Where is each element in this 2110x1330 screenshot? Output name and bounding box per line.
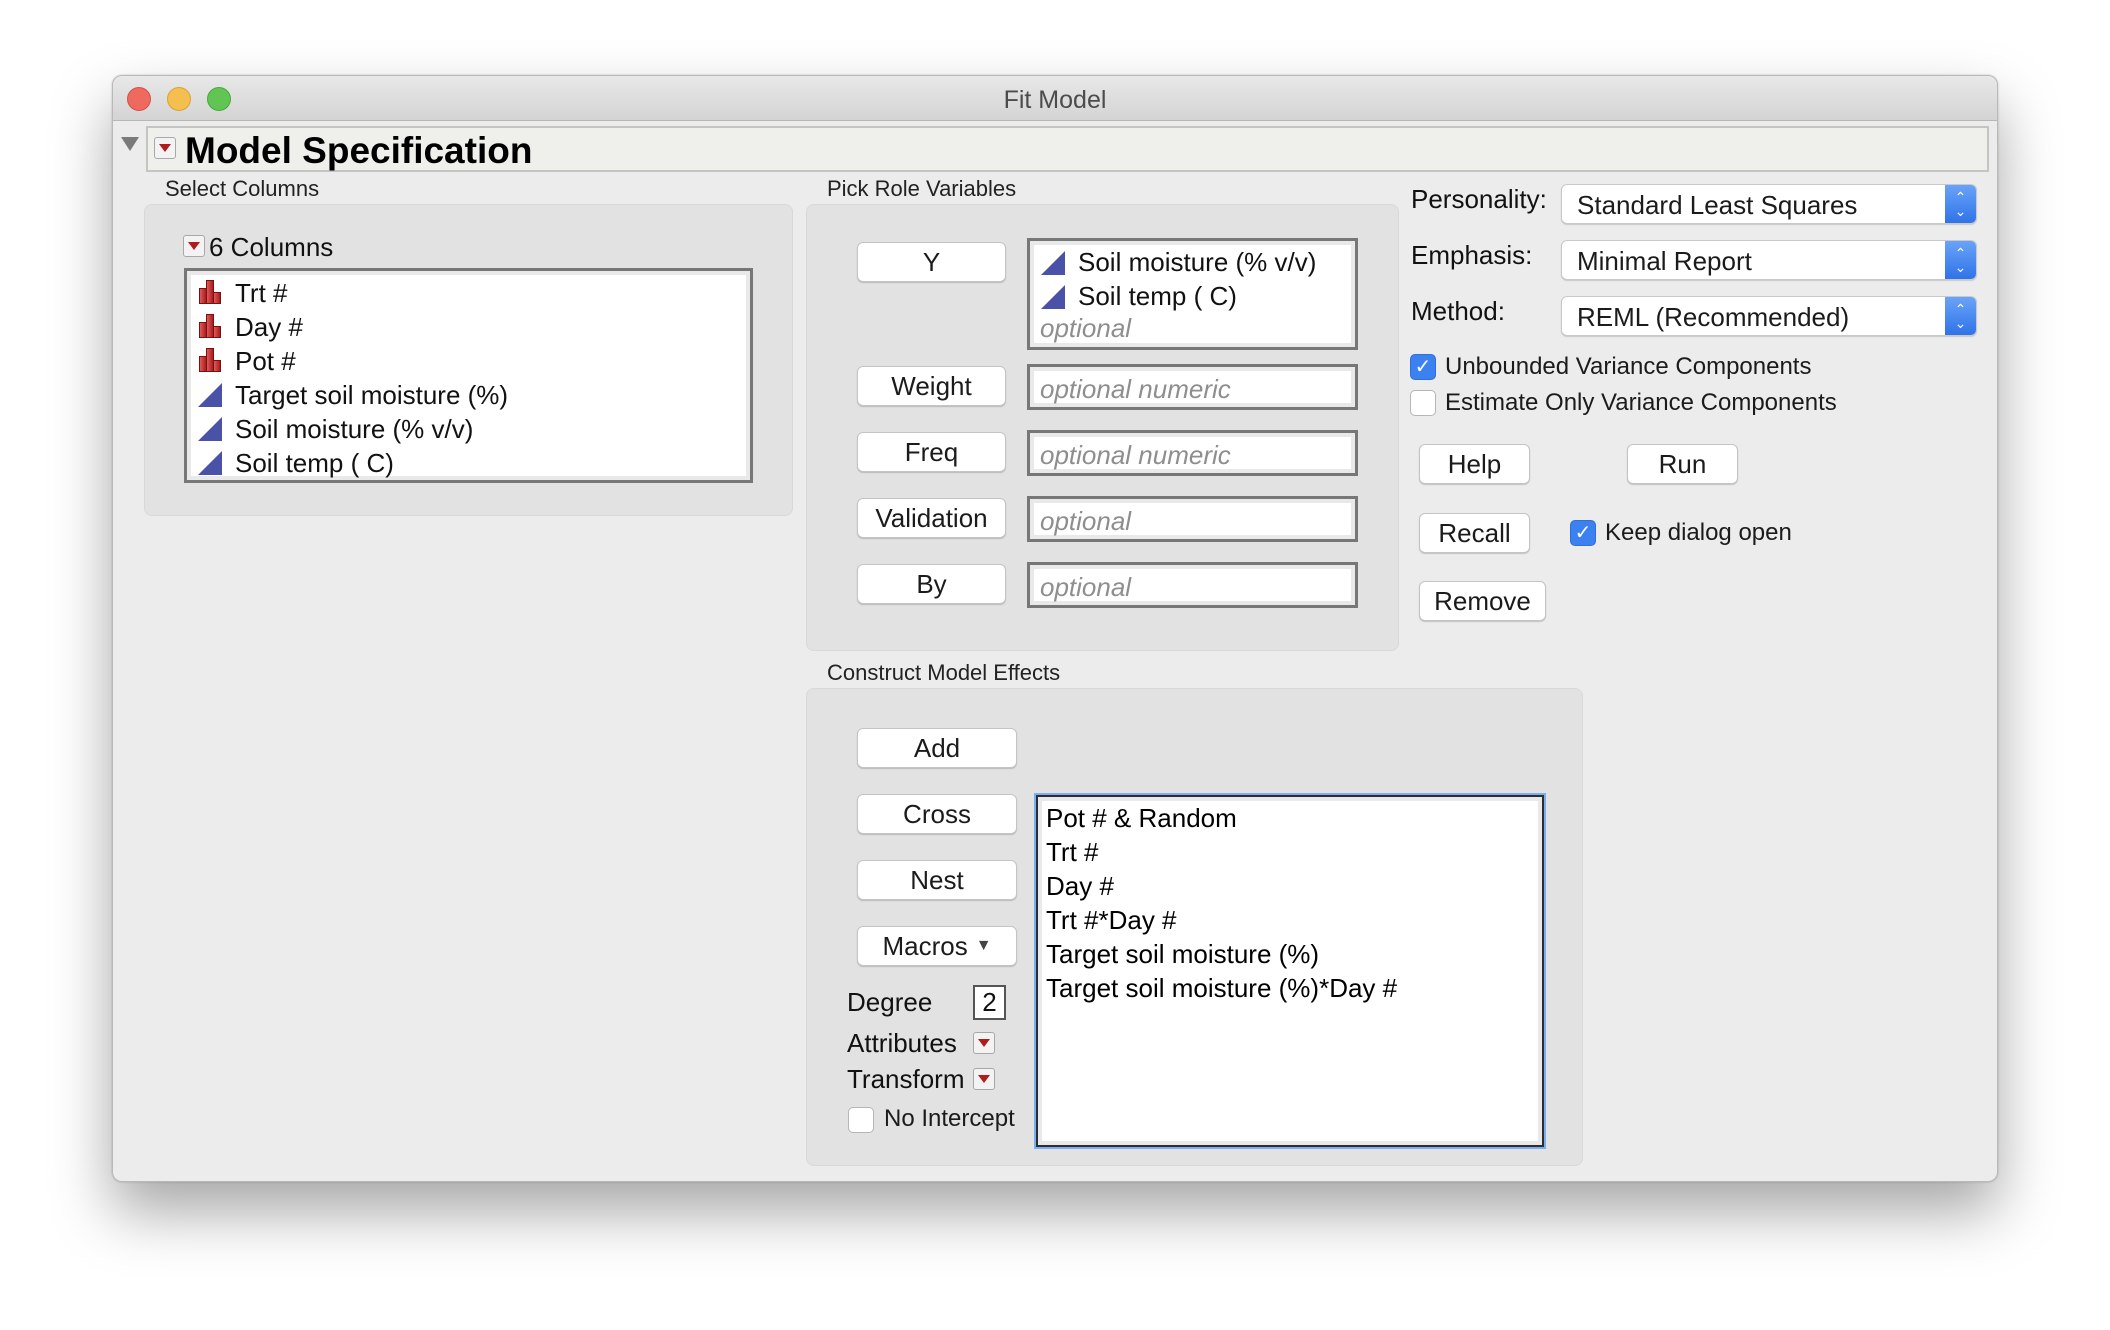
add-effect-button[interactable]: Add <box>857 728 1017 768</box>
column-item-trt[interactable]: Trt # <box>197 276 287 310</box>
weight-role-button[interactable]: Weight <box>857 366 1006 406</box>
transform-menu-icon[interactable] <box>973 1068 995 1090</box>
validation-role-box[interactable]: optional <box>1027 496 1358 542</box>
column-item-day[interactable]: Day # <box>197 310 303 344</box>
continuous-column-icon <box>1040 284 1066 310</box>
emphasis-select[interactable]: Minimal Report ⌃ ⌄ <box>1561 240 1977 280</box>
section-header: Model Specification <box>146 126 1989 172</box>
attributes-menu-icon[interactable] <box>973 1032 995 1054</box>
effect-item[interactable]: Trt # <box>1046 837 1098 868</box>
transform-label: Transform <box>847 1064 965 1094</box>
weight-placeholder: optional numeric <box>1040 374 1231 404</box>
freq-role-button[interactable]: Freq <box>857 432 1006 472</box>
estimate-only-label: Estimate Only Variance Components <box>1445 389 1837 416</box>
dropdown-arrow-icon: ▼ <box>975 937 992 954</box>
effect-item[interactable]: Trt #*Day # <box>1046 905 1177 936</box>
pick-role-panel: Y Soil moisture (% v/v) Soil temp ( C) o… <box>806 204 1399 651</box>
macros-label: Macros <box>882 930 968 961</box>
column-name: Target soil moisture (%) <box>235 379 509 410</box>
freq-placeholder: optional numeric <box>1040 440 1231 470</box>
nominal-column-icon <box>197 280 223 306</box>
column-item-soil-temp[interactable]: Soil temp ( C) <box>197 446 394 480</box>
weight-role-box[interactable]: optional numeric <box>1027 364 1358 410</box>
unbounded-variance-checkbox[interactable]: ✓ <box>1410 354 1436 380</box>
role-item-name: Soil temp ( C) <box>1078 281 1237 311</box>
y-role-item[interactable]: Soil moisture (% v/v) <box>1040 247 1316 278</box>
model-effects-list[interactable]: Pot # & Random Trt # Day # Trt #*Day # T… <box>1036 795 1544 1147</box>
y-role-box[interactable]: Soil moisture (% v/v) Soil temp ( C) opt… <box>1027 238 1358 350</box>
help-button[interactable]: Help <box>1419 444 1530 484</box>
nominal-column-icon <box>197 348 223 374</box>
validation-role-button[interactable]: Validation <box>857 498 1006 538</box>
columns-count-label: 6 Columns <box>209 232 334 262</box>
column-item-soil-moisture[interactable]: Soil moisture (% v/v) <box>197 412 473 446</box>
select-columns-label: Select Columns <box>165 176 320 201</box>
select-columns-panel: 6 Columns Trt # Day # Pot # Target soil … <box>144 204 793 516</box>
method-label: Method: <box>1411 296 1505 326</box>
emphasis-label: Emphasis: <box>1411 240 1533 270</box>
run-button[interactable]: Run <box>1627 444 1738 484</box>
nominal-column-icon <box>197 314 223 340</box>
effect-item[interactable]: Pot # & Random <box>1046 803 1237 834</box>
red-triangle-menu-icon[interactable] <box>154 137 176 159</box>
keep-dialog-open-label: Keep dialog open <box>1605 519 1792 546</box>
fit-model-window: Fit Model Model Specification Select Col… <box>112 75 1998 1182</box>
effect-item[interactable]: Target soil moisture (%) <box>1046 939 1319 970</box>
column-name: Pot # <box>235 345 296 376</box>
method-value: REML (Recommended) <box>1577 302 1850 332</box>
column-item-target-soil-moisture[interactable]: Target soil moisture (%) <box>197 378 508 412</box>
y-role-placeholder: optional <box>1040 313 1132 343</box>
continuous-column-icon <box>197 416 223 442</box>
attributes-label: Attributes <box>847 1028 957 1058</box>
up-down-chevron-icon: ⌃ ⌄ <box>1945 241 1976 279</box>
by-role-button[interactable]: By <box>857 564 1006 604</box>
construct-effects-label: Construct Model Effects <box>827 660 1061 685</box>
validation-placeholder: optional <box>1040 506 1132 536</box>
y-role-button[interactable]: Y <box>857 242 1006 282</box>
section-title: Model Specification <box>185 130 533 171</box>
degree-label: Degree <box>847 987 933 1017</box>
effect-item[interactable]: Target soil moisture (%)*Day # <box>1046 973 1397 1004</box>
continuous-column-icon <box>197 382 223 408</box>
columns-menu-icon[interactable] <box>183 235 205 257</box>
unbounded-variance-label: Unbounded Variance Components <box>1445 353 1812 380</box>
title-bar[interactable]: Fit Model <box>113 76 1997 121</box>
no-intercept-label: No Intercept <box>884 1105 1015 1132</box>
personality-select[interactable]: Standard Least Squares ⌃ ⌄ <box>1561 184 1977 224</box>
cross-button[interactable]: Cross <box>857 794 1017 834</box>
no-intercept-checkbox[interactable] <box>848 1107 874 1133</box>
column-name: Trt # <box>235 277 288 308</box>
personality-label: Personality: <box>1411 184 1547 214</box>
method-select[interactable]: REML (Recommended) ⌃ ⌄ <box>1561 296 1977 336</box>
effect-item[interactable]: Day # <box>1046 871 1114 902</box>
by-placeholder: optional <box>1040 572 1132 602</box>
by-role-box[interactable]: optional <box>1027 562 1358 608</box>
nest-button[interactable]: Nest <box>857 860 1017 900</box>
degree-input[interactable]: 2 <box>973 985 1006 1020</box>
estimate-only-checkbox[interactable] <box>1410 390 1436 416</box>
continuous-column-icon <box>1040 250 1066 276</box>
columns-listbox[interactable]: Trt # Day # Pot # Target soil moisture (… <box>184 268 753 483</box>
column-item-pot[interactable]: Pot # <box>197 344 296 378</box>
window-title: Fit Model <box>1003 86 1107 114</box>
column-name: Day # <box>235 311 303 342</box>
continuous-column-icon <box>197 450 223 476</box>
column-name: Soil temp ( C) <box>235 447 394 478</box>
role-item-name: Soil moisture (% v/v) <box>1078 247 1317 277</box>
collapse-triangle-icon[interactable] <box>121 137 139 151</box>
recall-button[interactable]: Recall <box>1419 513 1530 553</box>
emphasis-value: Minimal Report <box>1577 246 1752 276</box>
y-role-item[interactable]: Soil temp ( C) <box>1040 281 1237 312</box>
freq-role-box[interactable]: optional numeric <box>1027 430 1358 476</box>
up-down-chevron-icon: ⌃ ⌄ <box>1945 185 1976 223</box>
up-down-chevron-icon: ⌃ ⌄ <box>1945 297 1976 335</box>
keep-dialog-open-checkbox[interactable]: ✓ <box>1570 520 1596 546</box>
construct-effects-panel: Add Cross Nest Macros ▼ Degree 2 Attribu… <box>806 688 1583 1166</box>
macros-dropdown-button[interactable]: Macros ▼ <box>857 926 1017 966</box>
personality-value: Standard Least Squares <box>1577 190 1858 220</box>
column-name: Soil moisture (% v/v) <box>235 413 474 444</box>
remove-button[interactable]: Remove <box>1419 581 1546 621</box>
pick-role-label: Pick Role Variables <box>827 176 1017 201</box>
